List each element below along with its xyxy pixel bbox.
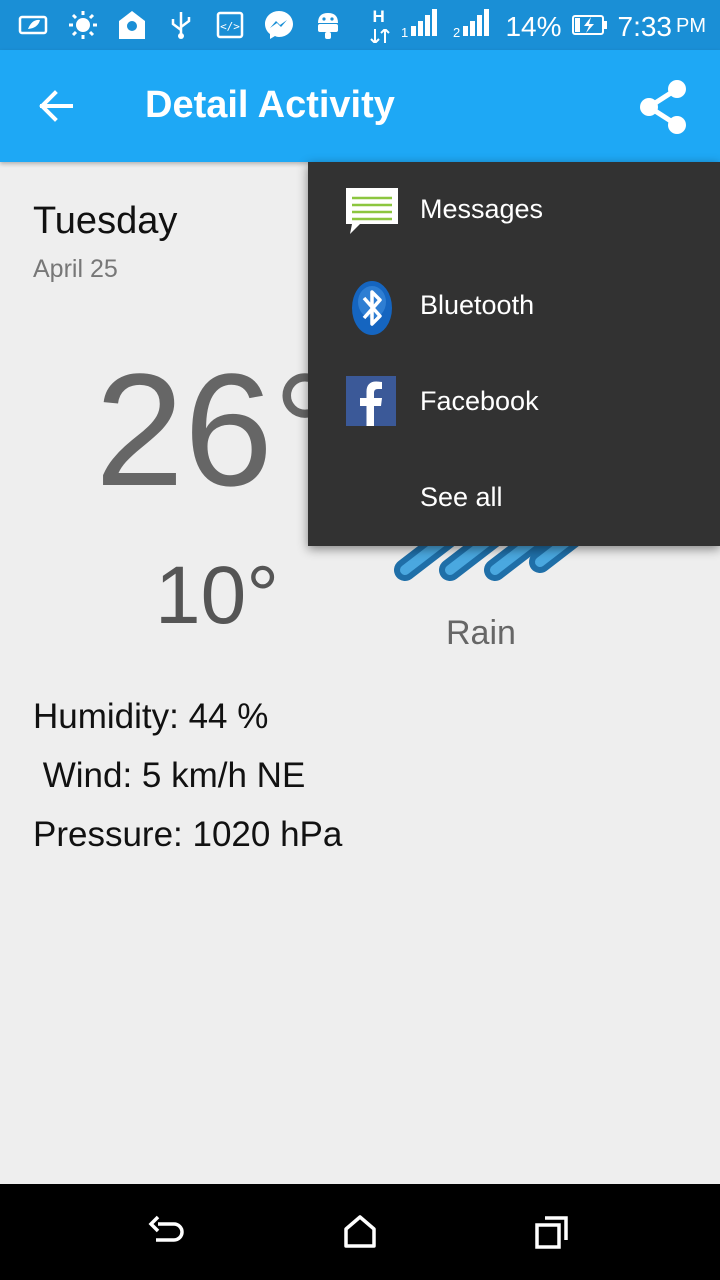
forecast-day: Tuesday [33,200,178,242]
battery-percent: 14% [505,10,562,42]
wind-text: Wind: 5 km/h NE [33,756,306,795]
forecast-date: April 25 [33,255,118,283]
share-menu-item-bluetooth[interactable]: Bluetooth [308,258,720,354]
android-icon [312,9,344,41]
status-bar: </> H 1 2 14% 7:33 PM [0,0,720,50]
back-nav-icon[interactable] [144,1208,192,1256]
humidity-text: Humidity: 44 % [33,697,269,736]
share-menu: Messages Bluetooth Facebook See all [308,162,720,546]
share-menu-label: Bluetooth [420,290,535,320]
svg-text:1: 1 [401,25,408,38]
usb-icon [165,9,197,41]
network-type-icon: H [369,7,391,43]
clock-time: 7:33 [617,10,673,42]
messenger-icon [263,9,295,41]
battery-saver-icon [18,9,50,41]
svg-text:2: 2 [453,25,460,38]
network-type-label: H [372,6,385,26]
code-icon: </> [214,9,246,41]
location-icon [116,9,148,41]
pressure-text: Pressure: 1020 hPa [33,815,343,854]
navigation-bar [0,1184,720,1280]
low-temperature: 10° [155,550,280,641]
battery-charging-icon [571,11,608,43]
share-menu-label: Messages [420,194,544,224]
signal-sim2-icon: 2 [453,8,495,45]
high-temperature: 26° [95,340,337,519]
brightness-icon [67,9,99,41]
page-title: Detail Activity [145,84,395,126]
svg-text:</>: </> [220,20,240,33]
app-bar: Detail Activity [0,50,720,162]
messages-icon [342,182,402,238]
facebook-icon [342,374,402,430]
share-menu-item-facebook[interactable]: Facebook [308,354,720,450]
weather-condition: Rain [446,614,516,652]
recents-nav-icon[interactable] [528,1208,576,1256]
share-menu-label: Facebook [420,386,539,416]
back-arrow-icon[interactable] [28,78,84,134]
clock-ampm: PM [676,15,706,37]
share-menu-label: See all [420,482,503,512]
home-nav-icon[interactable] [336,1208,384,1256]
bluetooth-icon [342,278,402,335]
share-icon[interactable] [630,74,696,140]
signal-sim1-icon: 1 [401,8,443,45]
share-menu-item-messages[interactable]: Messages [308,162,720,258]
share-menu-item-see-all[interactable]: See all [308,450,720,546]
